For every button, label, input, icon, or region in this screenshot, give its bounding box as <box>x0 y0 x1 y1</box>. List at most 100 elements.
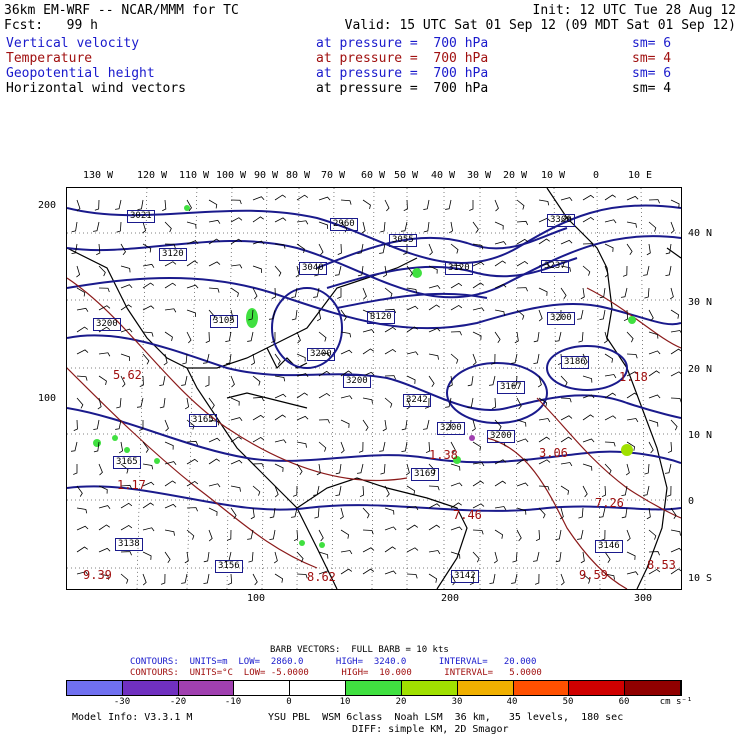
init-time: Init: 12 UTC Tue 28 Aug 12 <box>532 3 737 18</box>
wind-barb <box>230 459 243 465</box>
wind-barb <box>535 529 541 542</box>
wind-barb <box>472 480 485 487</box>
wind-barb <box>76 307 89 312</box>
wind-barb <box>646 243 651 256</box>
wind-barb <box>512 551 518 563</box>
wind-barb <box>604 415 617 421</box>
model-title: 36km EM-WRF -- NCAR/MMM for TC <box>4 3 239 18</box>
wind-barb <box>296 220 309 225</box>
wind-barb <box>620 287 628 298</box>
wind-barb <box>340 441 345 454</box>
wind-barb <box>340 550 353 555</box>
wind-barb <box>98 505 111 510</box>
height-label: 3186 <box>561 356 589 369</box>
wind-barb <box>472 331 482 340</box>
wind-barb <box>494 419 502 431</box>
field-name: Temperature <box>6 51 93 66</box>
wind-barb <box>230 485 241 492</box>
wind-barb <box>98 524 110 531</box>
temperature-label: 1.18 <box>619 370 648 384</box>
wind-barb <box>142 221 147 234</box>
temperature-label: 9.39 <box>83 568 112 582</box>
wind-barb <box>405 463 410 476</box>
wind-barb <box>362 287 367 300</box>
forecast-hour: Fcst: 99 h <box>4 18 98 33</box>
wind-barb <box>538 418 551 423</box>
wind-barb <box>316 463 321 476</box>
wind-barb <box>514 331 519 344</box>
wind-barb <box>670 309 680 319</box>
wind-barb <box>665 265 672 276</box>
wind-barb <box>670 221 675 234</box>
wind-barb <box>423 221 430 233</box>
wind-barb <box>384 397 393 408</box>
wind-barb <box>362 397 373 404</box>
wind-barb <box>538 199 550 206</box>
wind-barb <box>296 441 307 448</box>
wind-barb <box>274 414 286 421</box>
lat-label: 30 N <box>688 297 713 308</box>
wind-barb <box>516 287 528 292</box>
lat-label: 0 <box>688 496 695 507</box>
wind-barb <box>400 221 408 232</box>
wind-barb <box>340 529 350 539</box>
wind-barb <box>314 507 320 519</box>
wind-barb <box>428 243 433 256</box>
height-label: 3142 <box>451 570 479 583</box>
wind-barb <box>250 507 255 520</box>
height-label: 3105 <box>210 315 238 328</box>
height-label: 3165 <box>113 456 141 469</box>
wind-barb <box>625 463 630 476</box>
wind-barb <box>626 243 633 255</box>
wind-barb <box>120 284 133 289</box>
lon-label: 10 E <box>627 170 653 181</box>
wind-barb <box>626 353 638 359</box>
header-right: Init: 12 UTC Tue 28 Aug 12 Valid: 15 UTC… <box>345 3 736 33</box>
colorbar-segment <box>457 681 514 695</box>
wind-barb <box>582 194 595 201</box>
wind-barb <box>406 547 419 553</box>
wind-barb <box>247 331 254 342</box>
wind-barb <box>340 568 353 575</box>
lat-label: 10 S <box>688 573 713 584</box>
wind-barb <box>669 287 674 300</box>
wind-barb <box>538 238 550 245</box>
wind-barb <box>142 573 147 586</box>
barb-legend: BARB VECTORS: FULL BARB = 10 kts <box>270 645 449 655</box>
wind-barb <box>450 304 463 311</box>
wind-barb <box>582 265 591 276</box>
temperature-label: 7.26 <box>595 496 624 510</box>
wind-barb <box>428 375 435 387</box>
wind-barb <box>600 529 606 541</box>
lat-label: 20 N <box>688 364 713 375</box>
wind-barb <box>406 305 419 311</box>
wind-barb <box>337 243 342 255</box>
wind-barb <box>384 507 395 515</box>
wind-barb <box>648 199 660 204</box>
height-label: 3165 <box>189 414 217 427</box>
wind-barb <box>142 305 155 311</box>
wind-barb <box>318 331 327 342</box>
wind-barb <box>318 419 330 424</box>
wind-barb <box>406 524 419 531</box>
wind-barb <box>428 485 440 491</box>
wind-barb <box>339 507 344 520</box>
wind-barb <box>577 309 584 320</box>
wind-barb <box>186 529 195 540</box>
wind-barb <box>648 370 660 377</box>
model-info: Model Info: V3.3.1 M <box>72 712 193 723</box>
wind-barb <box>318 529 324 542</box>
wind-barb <box>648 529 657 540</box>
wind-barb <box>445 199 452 210</box>
physics-info: YSU PBL WSM 6class Noah LSM 36 km, 35 le… <box>268 712 624 723</box>
wind-barb <box>186 260 198 267</box>
wind-barb <box>604 374 617 379</box>
wind-barb <box>450 243 459 254</box>
wind-barb <box>362 568 375 575</box>
wind-barb <box>384 570 397 575</box>
wind-barb <box>670 371 681 377</box>
lon-label: 120 W <box>136 170 168 181</box>
lon-label: 60 W <box>360 170 386 181</box>
wind-barb <box>208 437 221 443</box>
temperature-label: 1.38 <box>429 448 458 462</box>
